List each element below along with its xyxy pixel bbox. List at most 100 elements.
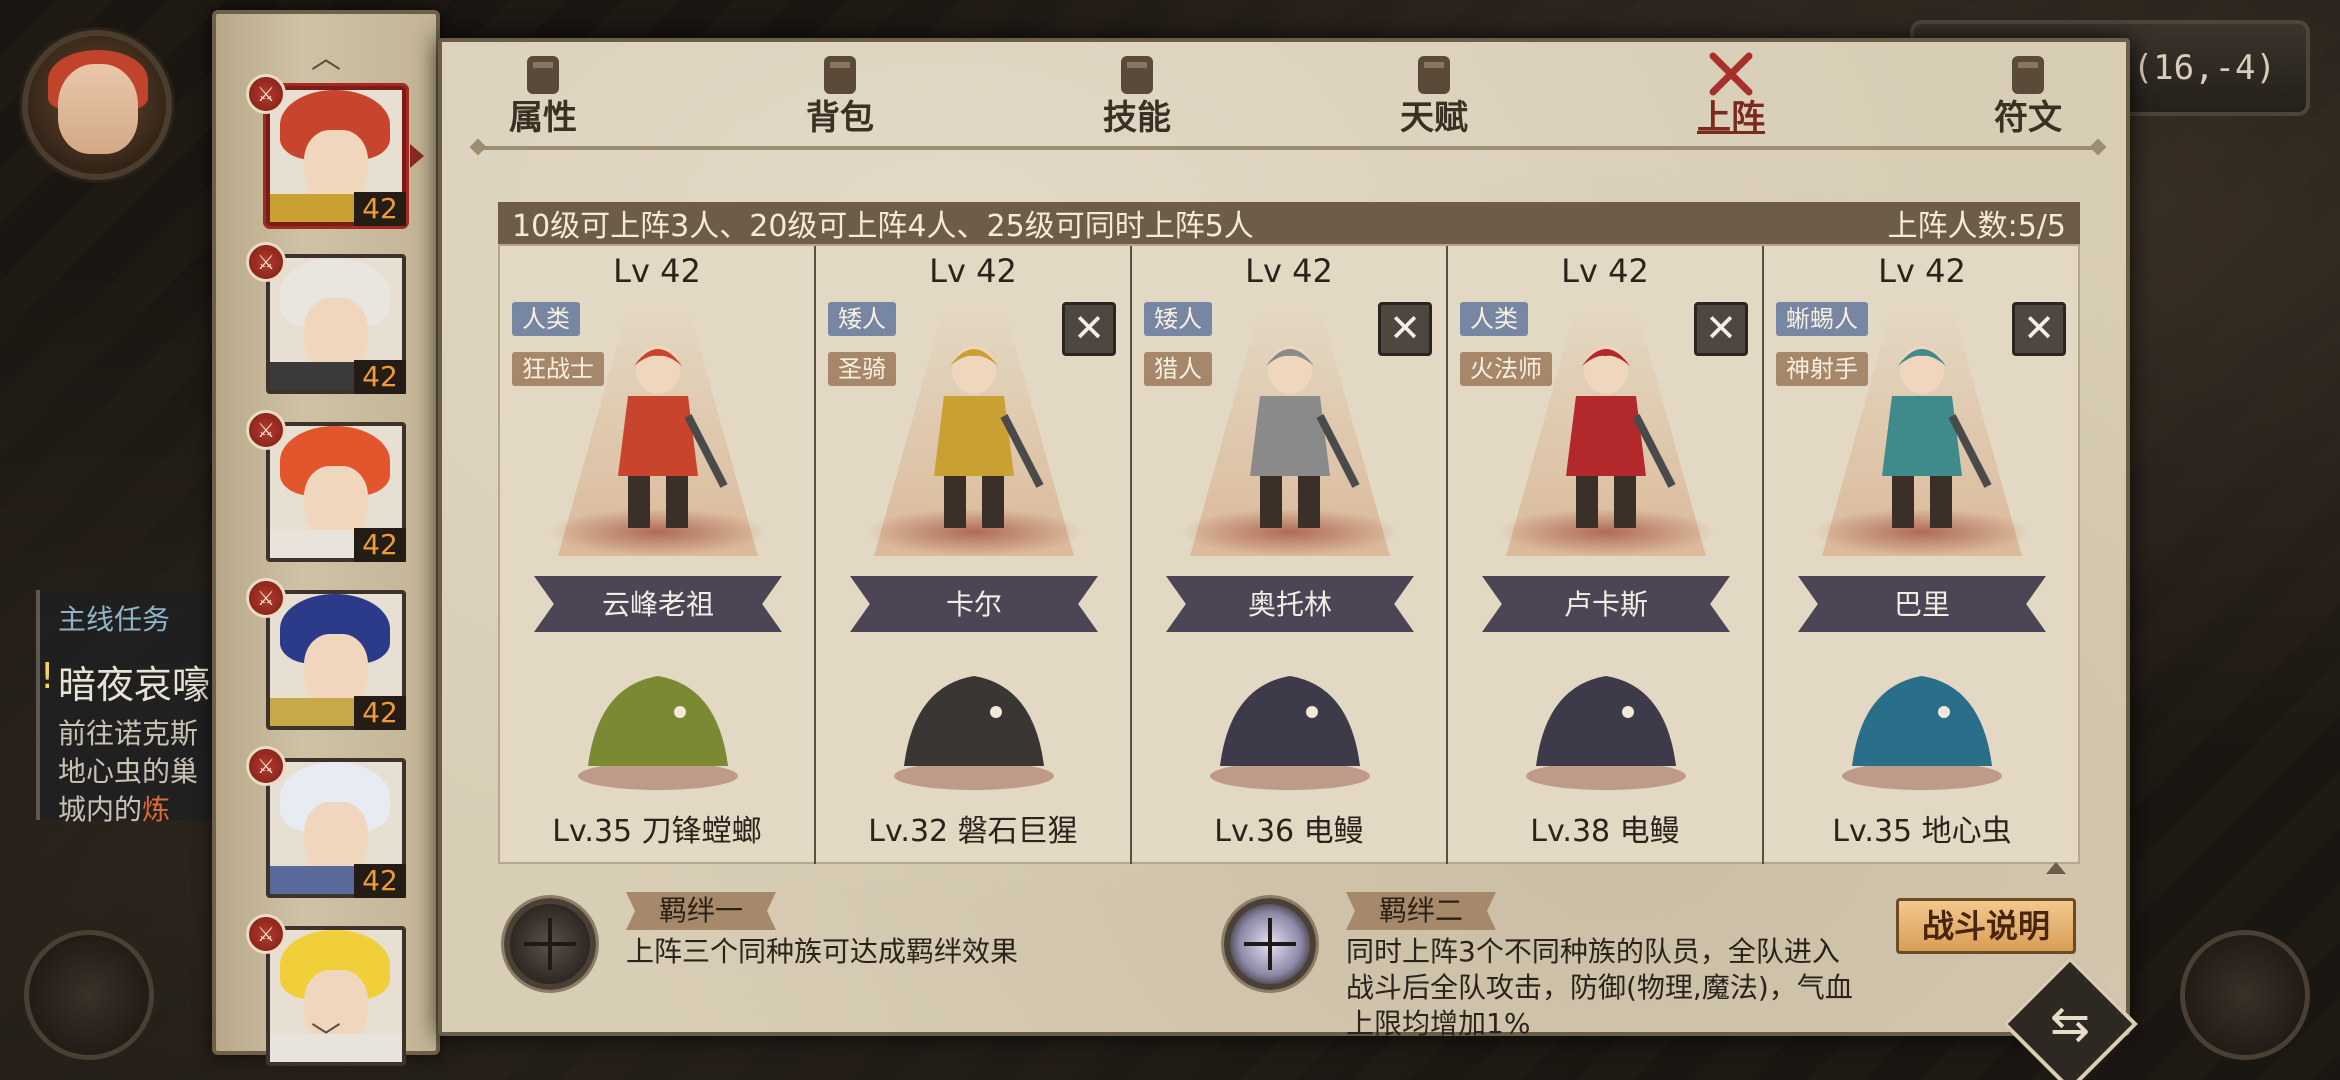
- house-button[interactable]: [2180, 930, 2310, 1060]
- pet-label: Lv.32 磐石巨猩: [868, 814, 1078, 849]
- race-badge-icon: ⚔: [246, 578, 286, 618]
- race-tag: 人类: [512, 302, 580, 336]
- deploy-slot[interactable]: Lv 42 人类 狂战士 云峰老祖 Lv.35 刀锋螳螂: [500, 246, 816, 864]
- pet-figure: [894, 676, 1054, 790]
- character-card[interactable]: ⚔ 42: [246, 74, 424, 226]
- quest-desc-line: 前往诺克斯: [58, 717, 199, 750]
- panel-tabs: 属性 背包 技能 天赋 上阵 符文: [442, 42, 2126, 142]
- swap-icon: ⇆: [2049, 996, 2091, 1052]
- hero-name-ribbon: 卡尔: [850, 576, 1098, 632]
- deploy-slot[interactable]: Lv 42 矮人圣骑 ✕ 卡尔 Lv.32 磐石巨猩: [816, 246, 1132, 864]
- character-level: 42: [354, 696, 406, 730]
- pet-figure: [578, 676, 738, 790]
- pet-figure: [1210, 676, 1370, 790]
- character-level: 42: [354, 360, 406, 394]
- bond-two-icon[interactable]: [1224, 898, 1316, 990]
- quest-desc-line: 城内的炼: [58, 791, 238, 829]
- remove-hero-button[interactable]: ✕: [1694, 302, 1748, 356]
- character-card[interactable]: ⚔ 42: [246, 410, 416, 562]
- race-badge-icon: ⚔: [246, 242, 286, 282]
- class-tag: 圣骑: [828, 352, 896, 386]
- race-badge-icon: ⚔: [246, 74, 286, 114]
- class-tag: 火法师: [1460, 352, 1552, 386]
- pet-label: Lv.38 电鳗: [1530, 814, 1680, 849]
- character-list[interactable]: ︿ ⚔ 42 ⚔ 42 ⚔ 42 ⚔ 42 ⚔ 42 ⚔ ﹀: [212, 10, 440, 1066]
- bond-one-icon[interactable]: [504, 898, 596, 990]
- bond-two-title: 羁绊二: [1346, 892, 1496, 930]
- class-tag: 猎人: [1144, 352, 1212, 386]
- quest-desc-line: 地心虫的巢: [58, 755, 199, 788]
- race-badge-icon: ⚔: [246, 746, 286, 786]
- race-tag: 人类: [1460, 302, 1528, 336]
- crossed-swords-icon: [1709, 52, 1753, 96]
- hero-name: 巴里: [1893, 588, 1950, 621]
- character-level: 42: [354, 864, 406, 898]
- coordinates-text: (16,-4): [2132, 48, 2276, 88]
- pet-figure: [1526, 676, 1686, 790]
- hero-name: 卢卡斯: [1563, 588, 1648, 621]
- character-card[interactable]: ⚔ 42: [246, 746, 416, 898]
- tab-label: 符文: [1994, 98, 2062, 138]
- tab-label: 技能: [1103, 98, 1171, 138]
- tab-4[interactable]: 上阵: [1666, 50, 1796, 146]
- deploy-slot[interactable]: Lv 42 人类 火法师 ✕ 卢卡斯 Lv.38 电鳗: [1448, 246, 1764, 864]
- character-level: 42: [354, 192, 406, 226]
- hero-figure: [1882, 346, 1992, 528]
- hero-level: Lv 42: [1878, 252, 1966, 290]
- hero-level: Lv 42: [1245, 252, 1333, 290]
- quest-desc-text: 城内的: [58, 793, 143, 826]
- hero-level: Lv 42: [613, 252, 701, 290]
- pet-label: Lv.36 电鳗: [1214, 814, 1364, 849]
- scroll-up-arrow-icon[interactable]: ︿: [216, 44, 436, 74]
- quest-exclamation-icon: !: [40, 656, 55, 697]
- flame-icon: [527, 56, 559, 94]
- eye-icon: [1418, 56, 1450, 94]
- bond-one: 羁绊一 上阵三个同种族可达成羁绊效果: [504, 892, 1064, 1032]
- tab-3[interactable]: 天赋: [1369, 50, 1499, 146]
- tab-label: 背包: [806, 98, 874, 138]
- race-tag: 矮人: [828, 302, 896, 336]
- character-card[interactable]: ⚔ 42: [246, 242, 416, 394]
- tab-0[interactable]: 属性: [478, 50, 608, 146]
- remove-hero-button[interactable]: ✕: [2012, 302, 2066, 356]
- deploy-count-text: 上阵人数:5/5: [1887, 209, 2066, 244]
- hero-figure: [1250, 346, 1360, 528]
- hero-level: Lv 42: [929, 252, 1017, 290]
- bond-two: 羁绊二 同时上阵3个不同种族的队员，全队进入 战斗后全队攻击，防御(物理,魔法)…: [1224, 892, 1884, 1040]
- remove-hero-button[interactable]: ✕: [1062, 302, 1116, 356]
- bond-two-desc-line: 上限均增加1%: [1346, 1007, 1531, 1040]
- character-card[interactable]: ⚔ 42: [246, 578, 416, 730]
- character-panel: 属性 背包 技能 天赋 上阵 符文 10级可上阵3人、20级可上阵4人、25级可同时上阵5…: [438, 38, 2130, 1040]
- battle-info-button[interactable]: 战斗说明: [1896, 898, 2076, 954]
- tab-2[interactable]: 技能: [1072, 50, 1202, 146]
- pet-label: Lv.35 地心虫: [1832, 814, 2012, 849]
- tab-label: 天赋: [1400, 98, 1468, 138]
- pet-figure: [1842, 676, 2002, 790]
- bond-two-desc-line: 同时上阵3个不同种族的队员，全队进入: [1346, 935, 1840, 968]
- deploy-roster: Lv 42 人类 狂战士 云峰老祖 Lv.35 刀锋螳螂 Lv 42 矮人 圣骑 ✕ 卡尔 Lv.3…: [498, 244, 2080, 874]
- remove-hero-button[interactable]: ✕: [1378, 302, 1432, 356]
- book-icon: [1121, 56, 1153, 94]
- tab-label: 属性: [509, 98, 577, 138]
- bond-two-desc-line: 战斗后全队攻击，防御(物理,魔法)，气血: [1346, 971, 1853, 1004]
- bond-one-title: 羁绊一: [626, 892, 776, 930]
- character-level: 42: [354, 528, 406, 562]
- hero-figure: [1566, 346, 1676, 528]
- deploy-slot[interactable]: Lv 42 矮人 猎人 ✕ 奥托林 Lv.36 电鳗: [1132, 246, 1448, 864]
- player-avatar[interactable]: [22, 30, 172, 180]
- hero-name-ribbon: 卢卡斯: [1482, 576, 1730, 632]
- tab-label: 上阵: [1697, 98, 1765, 138]
- bond-one-desc: 上阵三个同种族可达成羁绊效果: [626, 935, 1019, 968]
- tab-5[interactable]: 符文: [1963, 50, 2093, 146]
- scroll-down-arrow-icon[interactable]: ﹀: [216, 1024, 436, 1054]
- deploy-slot[interactable]: Lv 42 蜥蜴人 神射手 ✕ 巴里 Lv.35 地心虫: [1764, 246, 2080, 864]
- backpack-icon: [824, 56, 856, 94]
- tab-1[interactable]: 背包: [775, 50, 905, 146]
- bottom-left-menu-button[interactable]: [24, 930, 154, 1060]
- quest-highlight-text: 炼: [142, 793, 171, 826]
- quest-header: 主线任务: [58, 603, 171, 636]
- rune-icon: [2012, 56, 2044, 94]
- hero-name: 卡尔: [945, 588, 1002, 621]
- quest-title: 暗夜哀嚎: [58, 663, 211, 707]
- hero-figure: [618, 346, 728, 528]
